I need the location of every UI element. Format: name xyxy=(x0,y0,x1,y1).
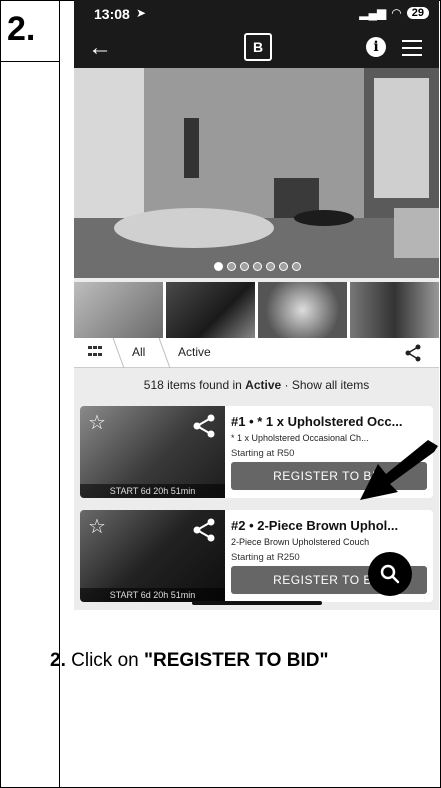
thumbnail-strip xyxy=(74,282,439,338)
tab-all[interactable]: All xyxy=(132,345,145,359)
search-fab[interactable] xyxy=(368,552,412,596)
carousel-dot[interactable] xyxy=(240,262,249,271)
carousel-dot[interactable] xyxy=(292,262,301,271)
share-icon[interactable] xyxy=(192,414,216,438)
tab-active[interactable]: Active xyxy=(178,345,211,359)
instruction-number: 2. xyxy=(50,650,66,671)
tab-divider xyxy=(158,338,171,368)
filter-bar: All Active xyxy=(74,338,439,368)
lot-image[interactable]: ☆ START 6d 20h 51min xyxy=(80,510,225,602)
status-indicators: ▂▄▆ ◠ 29 xyxy=(359,6,429,20)
carousel-dot[interactable] xyxy=(227,262,236,271)
status-time: 13:08 xyxy=(94,6,130,22)
lot-title[interactable]: #2 • 2-Piece Brown Uphol... xyxy=(231,518,429,533)
results-summary: 518 items found in Active · Show all ite… xyxy=(74,378,439,392)
star-icon[interactable]: ☆ xyxy=(88,514,106,539)
carousel-dot[interactable] xyxy=(214,262,223,271)
wifi-icon: ◠ xyxy=(391,6,402,20)
instruction-text: 2. Click on "REGISTER TO BID" xyxy=(50,650,328,672)
info-icon[interactable]: i xyxy=(366,37,386,57)
tab-divider xyxy=(112,338,125,368)
signal-icon: ▂▄▆ xyxy=(359,6,387,20)
star-icon[interactable]: ☆ xyxy=(88,410,106,435)
home-indicator xyxy=(192,601,322,605)
hero-photo[interactable] xyxy=(74,68,439,278)
thumbnail[interactable] xyxy=(350,282,439,338)
instruction-body: Click on xyxy=(65,650,144,671)
carousel-dot[interactable] xyxy=(266,262,275,271)
hamburger-menu-icon[interactable] xyxy=(402,40,422,56)
lot-countdown: START 6d 20h 51min xyxy=(80,588,225,602)
arrow-left-icon[interactable]: ← xyxy=(88,34,112,62)
thumbnail[interactable] xyxy=(166,282,255,338)
lot-subtitle: 2-Piece Brown Upholstered Couch xyxy=(231,537,370,547)
phone-screenshot: 13:08 ➤ ▂▄▆ ◠ 29 ← B i All Active 518 it… xyxy=(74,0,439,610)
app-bar: ← B i xyxy=(74,28,439,68)
results-state: Active xyxy=(245,378,282,392)
app-logo[interactable]: B xyxy=(244,33,272,61)
results-count: 518 items found in xyxy=(143,378,246,392)
location-arrow-icon: ➤ xyxy=(136,6,147,20)
pointer-arrow-icon xyxy=(360,440,438,500)
thumbnail[interactable] xyxy=(258,282,347,338)
carousel-dots[interactable] xyxy=(214,262,301,271)
thumbnail[interactable] xyxy=(74,282,163,338)
step-number: 2. xyxy=(7,10,36,48)
lot-countdown: START 6d 20h 51min xyxy=(80,484,225,498)
lot-title[interactable]: #1 • * 1 x Upholstered Occ... xyxy=(231,414,429,429)
search-icon xyxy=(380,564,400,584)
instruction-target: "REGISTER TO BID" xyxy=(144,650,329,671)
carousel-dot[interactable] xyxy=(279,262,288,271)
lot-price: Starting at R250 xyxy=(231,552,300,563)
show-all-link[interactable]: · Show all items xyxy=(281,378,370,392)
status-bar: 13:08 ➤ ▂▄▆ ◠ 29 xyxy=(74,0,439,28)
lot-price: Starting at R50 xyxy=(231,448,295,459)
grid-view-icon[interactable] xyxy=(88,346,102,358)
battery-level: 29 xyxy=(406,7,429,19)
share-icon[interactable] xyxy=(404,344,422,362)
share-icon[interactable] xyxy=(192,518,216,542)
carousel-dot[interactable] xyxy=(253,262,262,271)
lot-image[interactable]: ☆ START 6d 20h 51min xyxy=(80,406,225,498)
living-room-photo xyxy=(74,68,439,278)
step-number-cell: 2. xyxy=(0,0,60,62)
